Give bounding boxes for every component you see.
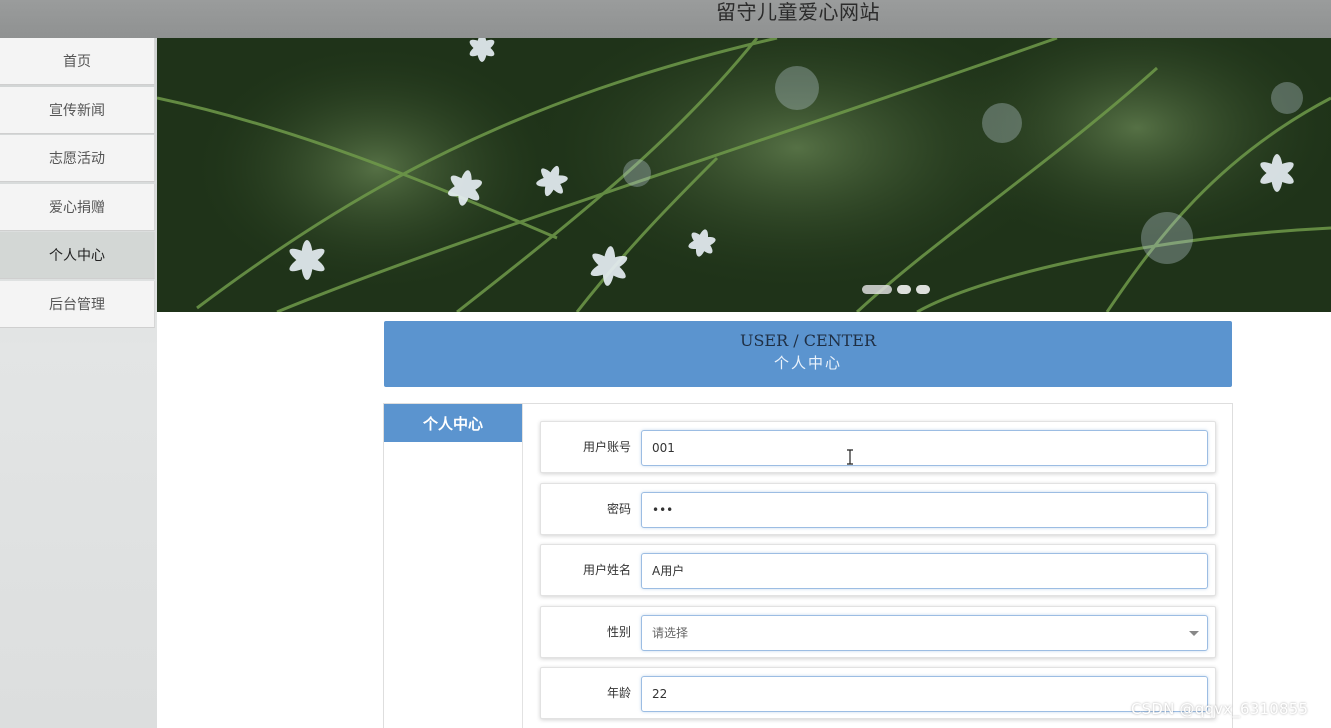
password-label: 密码	[606, 502, 631, 516]
banner-carousel[interactable]	[157, 38, 1331, 312]
top-header: 留守儿童爱心网站	[0, 0, 1331, 38]
watermark: CSDN @qqvx_6310855	[1131, 700, 1309, 718]
section-title-en: USER / CENTER	[739, 331, 877, 350]
account-label: 用户账号	[582, 440, 631, 454]
age-label: 年龄	[606, 686, 631, 700]
site-title: 留守儿童爱心网站	[716, 0, 880, 24]
carousel-dot-3[interactable]	[916, 285, 930, 294]
gender-select-placeholder: 请选择	[652, 626, 689, 640]
form-row-age: 年龄 22	[540, 667, 1216, 719]
banner-image	[157, 38, 1331, 312]
text-cursor-icon	[847, 449, 853, 465]
carousel-dot-2[interactable]	[897, 285, 911, 294]
name-input[interactable]: A用户	[641, 553, 1208, 589]
sidebar-item-donation[interactable]: 爱心捐赠	[0, 184, 155, 231]
carousel-dots	[862, 285, 930, 294]
sidebar-item-home[interactable]: 首页	[0, 38, 155, 85]
content-panel: 个人中心 用户账号 001 密码 ••• 用户姓名 A用户 性别 请选择 年龄 …	[383, 403, 1233, 728]
panel-side-menu: 个人中心	[384, 404, 523, 728]
section-title-bar: USER / CENTER 个人中心	[384, 321, 1232, 387]
sidebar-item-admin[interactable]: 后台管理	[0, 281, 155, 328]
age-input[interactable]: 22	[641, 676, 1208, 712]
form-row-gender: 性别 请选择	[540, 606, 1216, 658]
tab-personal-center[interactable]: 个人中心	[384, 404, 522, 442]
account-input[interactable]: 001	[641, 430, 1208, 466]
chevron-down-icon	[1189, 631, 1199, 636]
form-row-account: 用户账号 001	[540, 421, 1216, 473]
sidebar: 首页 宣传新闻 志愿活动 爱心捐赠 个人中心 后台管理	[0, 38, 157, 728]
sidebar-item-volunteer[interactable]: 志愿活动	[0, 135, 155, 182]
name-label: 用户姓名	[582, 563, 631, 577]
gender-select[interactable]: 请选择	[641, 615, 1208, 651]
form-row-name: 用户姓名 A用户	[540, 544, 1216, 596]
carousel-dot-1[interactable]	[862, 285, 892, 294]
gender-label: 性别	[606, 625, 631, 639]
sidebar-item-news[interactable]: 宣传新闻	[0, 87, 155, 134]
section-title-cn: 个人中心	[773, 354, 842, 372]
sidebar-item-personal-center[interactable]: 个人中心	[0, 232, 155, 279]
password-input[interactable]: •••	[641, 492, 1208, 528]
form-row-password: 密码 •••	[540, 483, 1216, 535]
